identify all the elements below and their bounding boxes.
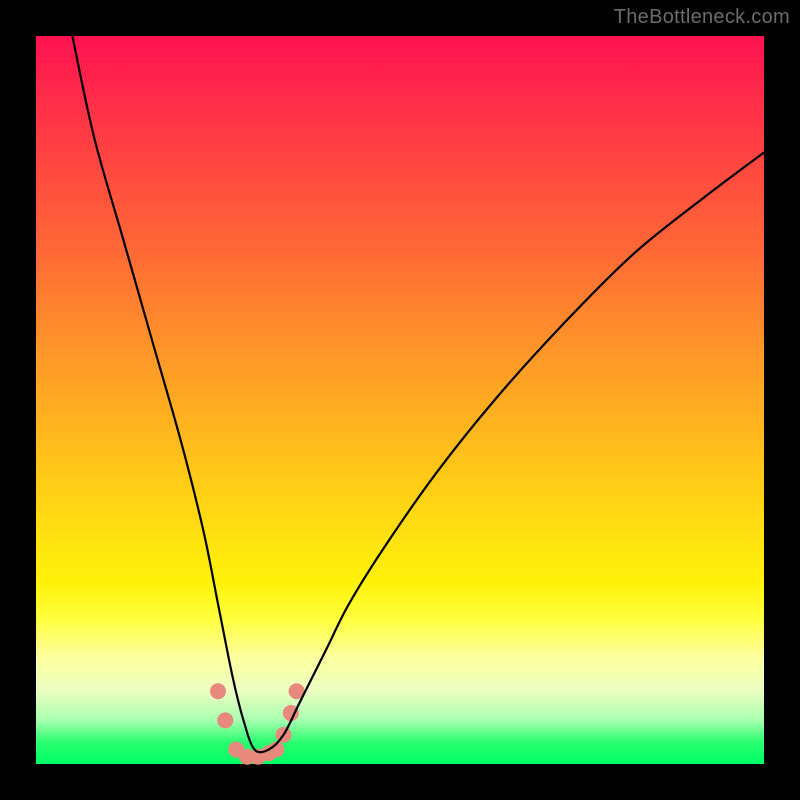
chart-svg (36, 36, 764, 764)
marker-dot (217, 712, 233, 728)
bottleneck-curve (72, 36, 764, 752)
watermark-text: TheBottleneck.com (614, 6, 790, 29)
marker-dot (210, 683, 226, 699)
plot-area (36, 36, 764, 764)
chart-frame: TheBottleneck.com (0, 0, 800, 800)
